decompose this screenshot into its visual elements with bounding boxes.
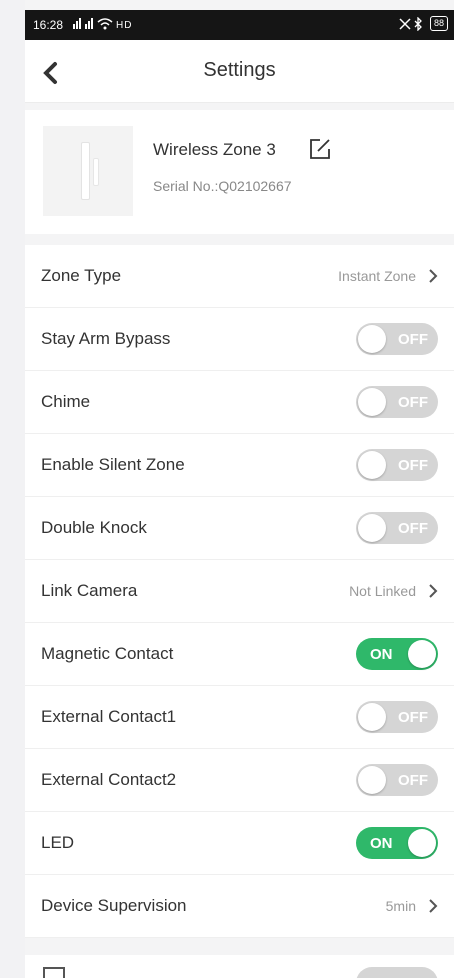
sensor-magnet-image: [93, 158, 99, 186]
row-label: External Contact1: [41, 707, 177, 726]
toggle-knob: [358, 451, 386, 479]
row-label: Double Knock: [41, 518, 147, 537]
row-label: External Contact2: [41, 770, 177, 789]
toggle-switch[interactable]: OFF: [356, 764, 438, 796]
toggle-state-label: OFF: [398, 772, 428, 789]
partial-row-icon: [43, 967, 65, 978]
toggle-state-label: OFF: [398, 457, 428, 474]
device-card: Wireless Zone 3 Serial No.:Q02102667: [25, 110, 454, 234]
device-thumbnail: [43, 126, 133, 216]
signal-icons: HD: [73, 16, 153, 33]
toggle-state-label: ON: [370, 835, 393, 852]
toggle-switch[interactable]: ON: [356, 638, 438, 670]
toggle-switch[interactable]: OFF: [356, 512, 438, 544]
status-right: 88: [398, 16, 448, 31]
row-value: Instant Zone: [338, 268, 416, 284]
toggle-state-label: OFF: [398, 520, 428, 537]
row-label: Device Supervision: [41, 896, 187, 915]
settings-row-stay-arm-bypass: Stay Arm Bypass OFF: [25, 308, 454, 371]
row-label: Enable Silent Zone: [41, 455, 185, 474]
row-label: Chime: [41, 392, 91, 411]
toggle-knob: [358, 388, 386, 416]
status-bar: 16:28 HD 88: [25, 10, 454, 40]
toggle-knob: [358, 766, 386, 794]
settings-row-zone-type[interactable]: Zone Type Instant Zone: [25, 245, 454, 308]
row-value: 5min: [385, 898, 416, 914]
settings-row-led: LED ON: [25, 812, 454, 875]
phone-screen: 16:28 HD 88 Settings Wireless Zone 3 Ser…: [25, 0, 454, 978]
edit-name-button[interactable]: [308, 137, 332, 161]
battery-level: 88: [429, 16, 448, 31]
settings-row-external-contact1: External Contact1 OFF: [25, 686, 454, 749]
top-nav-bar: Settings: [25, 40, 454, 103]
chevron-right-icon: [429, 584, 438, 598]
toggle-state-label: ON: [370, 646, 393, 663]
partial-row-toggle[interactable]: [356, 967, 438, 978]
toggle-switch[interactable]: OFF: [356, 449, 438, 481]
toggle-knob: [408, 640, 436, 668]
chevron-right-icon: [429, 269, 438, 283]
device-serial: Serial No.:Q02102667: [153, 178, 292, 194]
row-label: Magnetic Contact: [41, 644, 174, 663]
settings-row-external-contact2: External Contact2 OFF: [25, 749, 454, 812]
toggle-knob: [408, 829, 436, 857]
bluetooth-icon: [399, 16, 422, 31]
row-label: Stay Arm Bypass: [41, 329, 171, 348]
status-time: 16:28: [33, 18, 64, 32]
toggle-state-label: OFF: [398, 709, 428, 726]
row-label: Zone Type: [41, 266, 122, 285]
device-name: Wireless Zone 3: [153, 140, 276, 159]
toggle-knob: [358, 514, 386, 542]
edit-icon: [310, 139, 330, 159]
page-title: Settings: [203, 59, 276, 81]
settings-row-chime: Chime OFF: [25, 371, 454, 434]
toggle-state-label: OFF: [398, 331, 428, 348]
settings-list: Zone Type Instant Zone Stay Arm Bypass OFF C…: [25, 245, 454, 938]
partial-row: [25, 955, 454, 978]
sensor-body-image: [81, 142, 90, 200]
svg-text:HD: HD: [116, 20, 132, 30]
settings-row-device-supervision[interactable]: Device Supervision 5min: [25, 875, 454, 938]
settings-row-magnetic-contact: Magnetic Contact ON: [25, 623, 454, 686]
toggle-switch[interactable]: OFF: [356, 323, 438, 355]
settings-row-link-camera[interactable]: Link Camera Not Linked: [25, 560, 454, 623]
toggle-switch[interactable]: OFF: [356, 386, 438, 418]
row-value: Not Linked: [349, 583, 416, 599]
chevron-right-icon: [429, 899, 438, 913]
toggle-knob: [358, 325, 386, 353]
signal-wifi-icon: HD: [73, 18, 132, 31]
row-label: Link Camera: [41, 581, 138, 600]
toggle-switch[interactable]: OFF: [356, 701, 438, 733]
row-label: LED: [41, 833, 75, 852]
toggle-state-label: OFF: [398, 394, 428, 411]
settings-row-enable-silent-zone: Enable Silent Zone OFF: [25, 434, 454, 497]
settings-row-double-knock: Double Knock OFF: [25, 497, 454, 560]
toggle-knob: [358, 703, 386, 731]
toggle-switch[interactable]: ON: [356, 827, 438, 859]
